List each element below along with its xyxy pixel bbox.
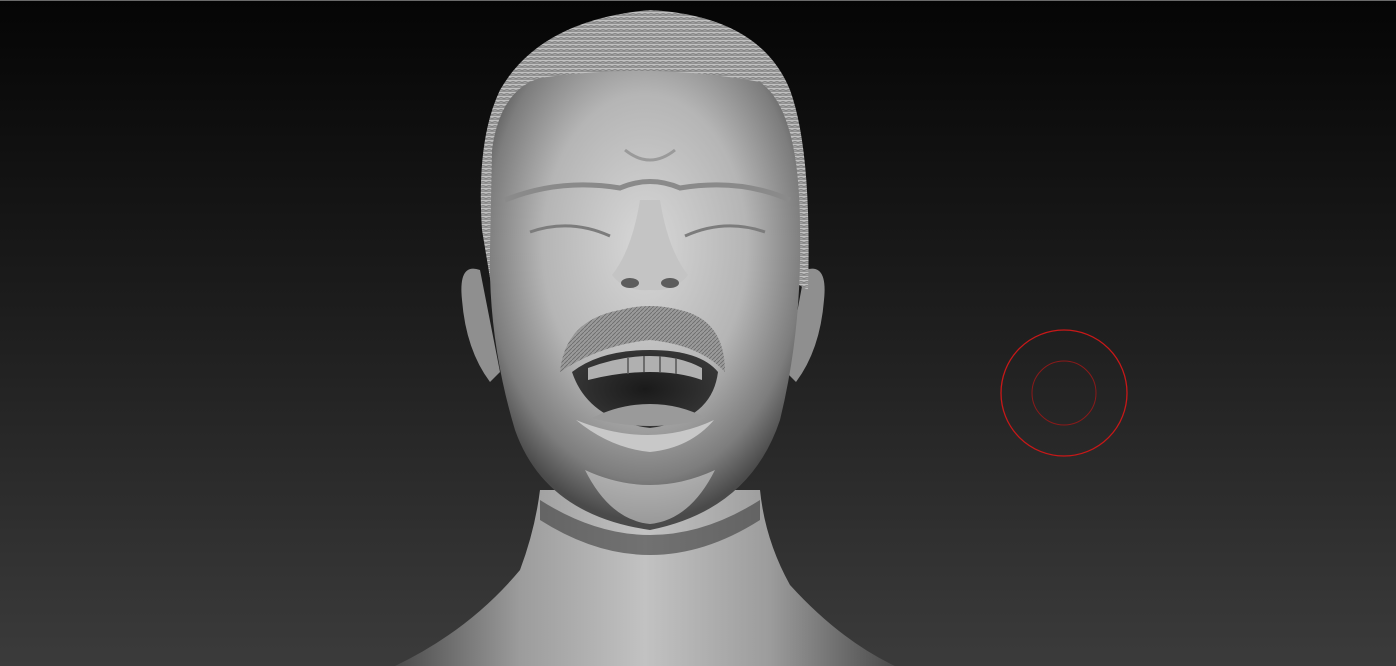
brush-cursor (1000, 329, 1128, 457)
model-nostril-left (621, 278, 639, 288)
sculpt-model-head[interactable] (0, 0, 1396, 666)
sculpt-viewport[interactable] (0, 0, 1396, 666)
model-face (489, 70, 801, 530)
model-nostril-right (661, 278, 679, 288)
